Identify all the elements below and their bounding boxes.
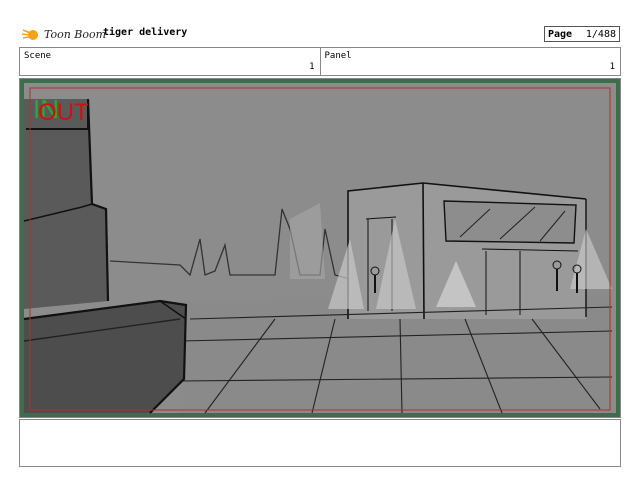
scene-panel-info: Scene 1 Panel 1 [19, 47, 621, 76]
project-title: tiger delivery [103, 27, 188, 38]
page-number: 1/488 [585, 28, 616, 40]
panel-label: Panel [324, 51, 352, 61]
storyboard-panel[interactable]: IN OUT [19, 78, 621, 418]
page-indicator: Page 1/488 [544, 26, 620, 42]
panel-cell: Panel 1 [319, 48, 621, 75]
scene-number: 1 [309, 62, 315, 72]
out-marker: OUT [38, 99, 89, 126]
scene-cell: Scene 1 [20, 48, 320, 75]
scene-label: Scene [24, 51, 52, 61]
storyboard-sketch: IN OUT [20, 79, 620, 417]
panel-notes[interactable] [19, 419, 621, 467]
logo-text: Toon Boom [44, 27, 107, 41]
page-header: Toon Boom tiger delivery Page 1/488 [0, 0, 640, 46]
panel-number: 1 [609, 62, 615, 72]
toon-boom-logo: Toon Boom [21, 24, 106, 44]
page-label: Page [548, 28, 573, 40]
sun-logo-icon [21, 29, 38, 40]
